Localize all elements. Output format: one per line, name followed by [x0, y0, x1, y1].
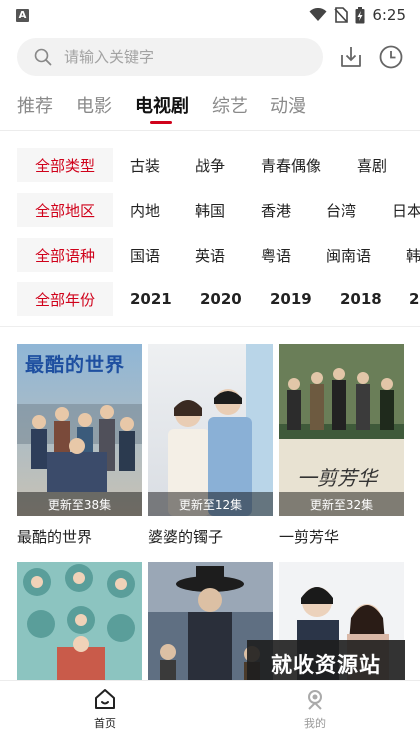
no-sim-icon [334, 7, 349, 23]
clock-icon [379, 45, 403, 69]
tab-recommend[interactable]: 推荐 [17, 92, 53, 118]
nav-home[interactable]: 首页 [65, 687, 145, 731]
filter-option[interactable]: 日本 [392, 193, 420, 227]
profile-icon [308, 690, 322, 710]
notification-icon: A [16, 8, 29, 22]
filter-row-region: 全部地区 内地 韩国 香港 台湾 日本 [0, 193, 420, 229]
filter-option[interactable]: 粤语 [261, 238, 291, 272]
nav-profile[interactable]: 我的 [275, 687, 355, 731]
nav-home-label: 首页 [94, 717, 116, 730]
filter-option[interactable]: 闽南语 [326, 238, 371, 272]
filter-all-languages[interactable]: 全部语种 [17, 238, 113, 272]
home-icon [95, 689, 115, 709]
tab-anime[interactable]: 动漫 [270, 92, 306, 118]
filter-option[interactable]: 台湾 [326, 193, 356, 227]
status-time: 6:25 [372, 6, 406, 24]
filter-option[interactable]: 韩 [406, 238, 420, 272]
filter-row-type: 全部类型 古装 战争 青春偶像 喜剧 [0, 148, 420, 184]
poster-image: 更新至12集 [148, 344, 273, 516]
category-tabs: 推荐 电影 电视剧 综艺 动漫 [0, 88, 420, 131]
filter-option[interactable]: 20 [409, 282, 420, 316]
filter-option[interactable]: 英语 [195, 238, 225, 272]
tab-movies[interactable]: 电影 [76, 92, 112, 118]
search-row [0, 38, 420, 78]
show-title: 最酷的世界 [17, 528, 93, 546]
filter-all-types[interactable]: 全部类型 [17, 148, 113, 182]
wifi-icon [309, 8, 327, 21]
poster-image: 最酷的世界 更新至38集 [17, 344, 142, 516]
filter-row-language: 全部语种 国语 英语 粤语 闽南语 韩 [0, 238, 420, 274]
filter-option[interactable]: 青春偶像 [261, 148, 321, 182]
episode-badge: 更新至38集 [17, 492, 142, 516]
active-tab-indicator [150, 121, 172, 124]
status-bar: A 6:25 [0, 0, 420, 30]
filter-option[interactable]: 2018 [340, 282, 382, 316]
poster-title-text: 一剪芳华 [297, 466, 377, 490]
filter-option[interactable]: 韩国 [195, 193, 225, 227]
tab-tv-series[interactable]: 电视剧 [135, 92, 189, 118]
status-right: 6:25 [309, 6, 406, 24]
download-icon [341, 47, 361, 67]
history-button[interactable] [378, 44, 404, 74]
poster-image [17, 562, 142, 680]
download-button[interactable] [338, 44, 364, 74]
battery-charging-icon [355, 6, 365, 23]
search-bar[interactable] [17, 38, 323, 76]
filter-option[interactable]: 2019 [270, 282, 312, 316]
show-title: 一剪芳华 [279, 528, 340, 546]
episode-badge: 更新至12集 [148, 492, 273, 516]
episode-badge: 更新至32集 [279, 492, 404, 516]
filter-option[interactable]: 喜剧 [357, 148, 387, 182]
filter-all-regions[interactable]: 全部地区 [17, 193, 113, 227]
search-input[interactable] [62, 47, 296, 67]
filter-option[interactable]: 战争 [195, 148, 225, 182]
section-divider [0, 326, 420, 327]
status-left: A [16, 8, 29, 22]
filter-all-years[interactable]: 全部年份 [17, 282, 113, 316]
poster-art [148, 344, 273, 516]
filter-option[interactable]: 香港 [261, 193, 291, 227]
show-card[interactable]: 更新至12集 婆婆的镯子 [148, 344, 273, 547]
filter-option[interactable]: 古装 [130, 148, 160, 182]
show-card[interactable]: 最酷的世界 更新至38集 最酷的世界 [17, 344, 142, 547]
nav-profile-label: 我的 [304, 717, 326, 730]
filter-row-year: 全部年份 2021 2020 2019 2018 20 [0, 282, 420, 318]
filter-option[interactable]: 国语 [130, 238, 160, 272]
show-card[interactable] [17, 562, 142, 680]
poster-image: 一剪芳华 更新至32集 [279, 344, 404, 516]
bottom-nav: 首页 我的 [0, 680, 420, 746]
tab-variety[interactable]: 综艺 [212, 92, 248, 118]
show-title: 婆婆的镯子 [148, 528, 224, 546]
search-icon [34, 48, 52, 66]
poster-art [17, 562, 142, 680]
filter-option[interactable]: 2021 [130, 282, 172, 316]
filter-option[interactable]: 2020 [200, 282, 242, 316]
poster-title-text: 最酷的世界 [25, 354, 126, 376]
show-card[interactable]: 一剪芳华 更新至32集 一剪芳华 [279, 344, 404, 547]
filter-option[interactable]: 内地 [130, 193, 160, 227]
